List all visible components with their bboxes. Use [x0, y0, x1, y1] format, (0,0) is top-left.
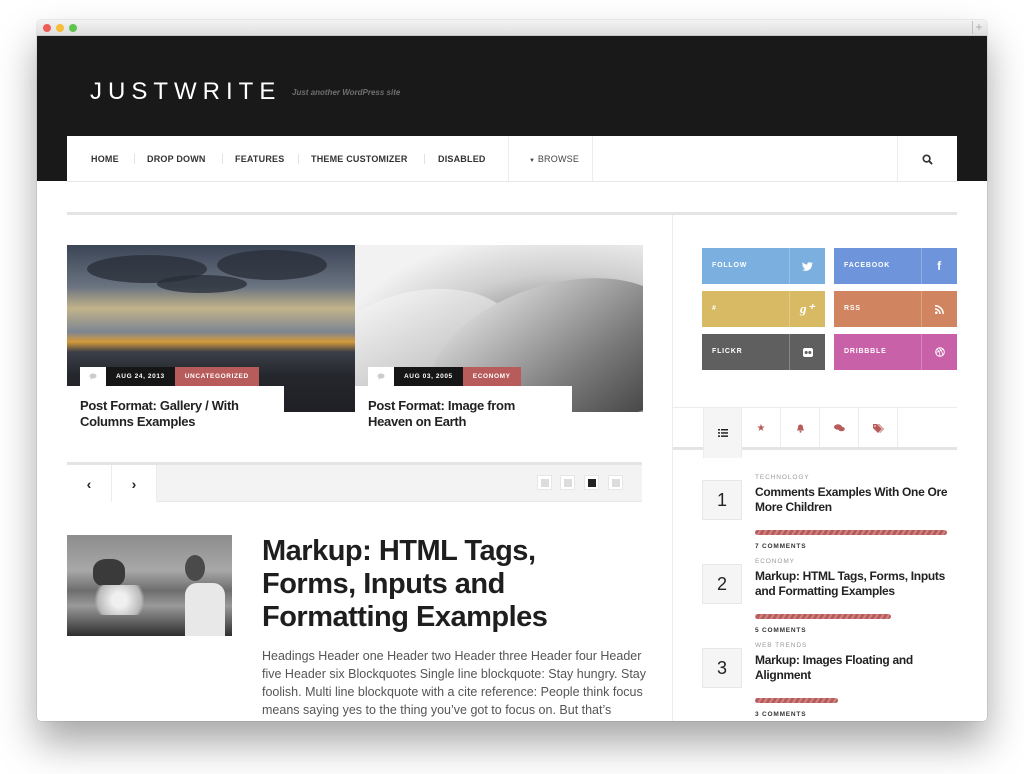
slider-page-3[interactable]	[584, 475, 599, 490]
browse-label: BROWSE	[537, 154, 580, 164]
popular-comment-count[interactable]: 5 COMMENTS	[755, 627, 806, 634]
list-icon	[717, 429, 728, 437]
nav-divider	[424, 154, 425, 164]
chevron-right-icon: ›	[131, 475, 137, 492]
popular-category[interactable]: WEB TRENDS	[755, 642, 807, 649]
social-label: FOLLOW	[712, 262, 748, 269]
popular-title[interactable]: Markup: HTML Tags, Forms, Inputs and For…	[755, 569, 955, 598]
slide-meta: AUG 03, 2005 ECONOMY	[368, 367, 521, 386]
popular-rank: 1	[702, 480, 742, 520]
social-googleplus-button[interactable]: # g⁺	[702, 291, 825, 327]
comment-icon[interactable]	[368, 367, 394, 386]
popularity-bar	[755, 530, 947, 535]
flickr-icon	[789, 334, 825, 370]
nav-divider	[134, 154, 135, 164]
social-label: DRIBBBLE	[844, 348, 887, 355]
social-label: RSS	[844, 305, 861, 312]
search-button[interactable]	[897, 136, 957, 182]
nav-item-disabled[interactable]: DISABLED	[438, 136, 486, 182]
slider-next-button[interactable]: ›	[112, 465, 157, 502]
popular-title[interactable]: Markup: Images Floating and Alignment	[755, 653, 955, 682]
rss-icon	[921, 291, 957, 327]
slider-controls: ‹ ›	[67, 462, 642, 502]
sidebar-tabs: ★	[673, 407, 957, 458]
post-thumbnail[interactable]	[67, 535, 232, 636]
title-bar: +	[37, 20, 987, 36]
slide-category[interactable]: UNCATEGORIZED	[174, 367, 259, 386]
nav-item-features[interactable]: FEATURES	[235, 136, 284, 182]
sidebar-divider	[672, 215, 673, 721]
post-excerpt: Headings Header one Header two Header th…	[262, 649, 647, 717]
popular-category[interactable]: TECHNOLOGY	[755, 474, 810, 481]
nav-divider	[298, 154, 299, 164]
dribbble-icon	[921, 334, 957, 370]
zoom-window-button[interactable]	[69, 24, 77, 32]
close-window-button[interactable]	[43, 24, 51, 32]
popular-rank: 3	[702, 648, 742, 688]
browser-window: + JUSTWRITE Just another WordPress site …	[37, 20, 987, 721]
nav-divider	[508, 136, 509, 182]
search-icon	[922, 153, 933, 165]
social-rss-button[interactable]: RSS	[834, 291, 957, 327]
slide-title[interactable]: Post Format: Gallery / With Columns Exam…	[67, 386, 284, 446]
nav-item-theme-customizer[interactable]: THEME CUSTOMIZER	[311, 136, 408, 182]
slide-category[interactable]: ECONOMY	[462, 367, 521, 386]
new-tab-button[interactable]: +	[972, 21, 985, 34]
tab-featured[interactable]: ★	[742, 408, 781, 448]
popular-comment-count[interactable]: 7 COMMENTS	[755, 543, 806, 550]
twitter-icon	[789, 248, 825, 284]
post-title[interactable]: Markup: HTML Tags, Forms, Inputs and For…	[262, 535, 622, 634]
minimize-window-button[interactable]	[56, 24, 64, 32]
slide-title[interactable]: Post Format: Image from Heaven on Earth	[355, 386, 572, 446]
popularity-bar	[755, 698, 838, 703]
social-flickr-button[interactable]: FLICKR	[702, 334, 825, 370]
slider-page-4[interactable]	[608, 475, 623, 490]
nav-item-home[interactable]: HOME	[91, 136, 119, 182]
chevron-left-icon: ‹	[86, 475, 92, 492]
slide-date: AUG 24, 2013	[106, 367, 175, 386]
comments-icon	[833, 424, 845, 432]
social-follow-button[interactable]: FOLLOW	[702, 248, 825, 284]
facebook-icon: f	[921, 248, 957, 284]
google-plus-icon: g⁺	[789, 291, 825, 327]
slider-prev-button[interactable]: ‹	[67, 465, 112, 502]
main-nav: HOME DROP DOWN FEATURES THEME CUSTOMIZER…	[67, 136, 957, 182]
comment-icon[interactable]	[80, 367, 106, 386]
slide-date: AUG 03, 2005	[394, 367, 463, 386]
tab-notifications[interactable]	[781, 408, 820, 448]
site-tagline: Just another WordPress site	[292, 88, 401, 97]
social-dribbble-button[interactable]: DRIBBBLE	[834, 334, 957, 370]
nav-divider	[222, 154, 223, 164]
social-label: #	[712, 305, 717, 312]
content-divider	[67, 212, 957, 215]
browse-dropdown[interactable]: ▼ BROWSE	[529, 136, 579, 182]
slide-meta: AUG 24, 2013 UNCATEGORIZED	[80, 367, 259, 386]
nav-item-drop-down[interactable]: DROP DOWN	[147, 136, 206, 182]
tab-comments[interactable]	[820, 408, 859, 448]
social-label: FLICKR	[712, 348, 743, 355]
popular-comment-count[interactable]: 3 COMMENTS	[755, 711, 806, 718]
nav-divider	[592, 136, 593, 182]
tags-icon	[872, 423, 884, 433]
popularity-bar	[755, 614, 891, 619]
caret-down-icon: ▼	[529, 158, 536, 164]
bell-icon	[796, 424, 804, 433]
tab-tags[interactable]	[859, 408, 898, 448]
social-label: FACEBOOK	[844, 262, 891, 269]
slider-page-1[interactable]	[537, 475, 552, 490]
popular-category[interactable]: ECONOMY	[755, 558, 795, 565]
site-title[interactable]: JUSTWRITE	[90, 78, 281, 106]
slider-page-2[interactable]	[560, 475, 575, 490]
popular-title[interactable]: Comments Examples With One Ore More Chil…	[755, 485, 955, 514]
popular-rank: 2	[702, 564, 742, 604]
star-icon: ★	[756, 422, 766, 434]
social-facebook-button[interactable]: FACEBOOK f	[834, 248, 957, 284]
tab-popular-list[interactable]	[703, 408, 742, 458]
